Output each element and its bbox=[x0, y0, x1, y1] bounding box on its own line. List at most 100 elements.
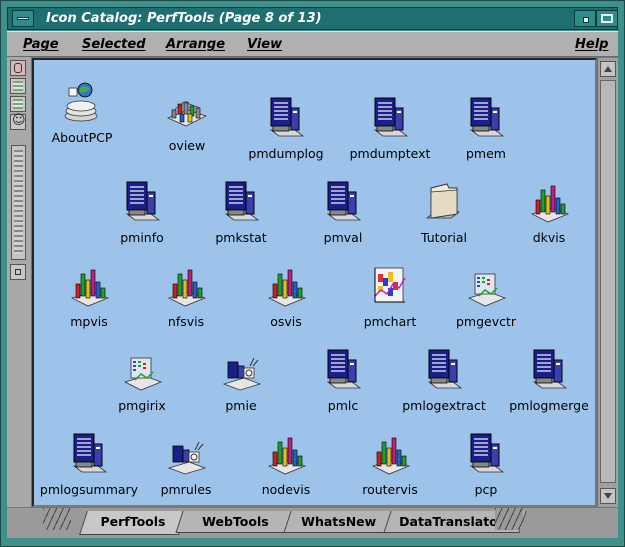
icon-aboutpcp[interactable]: AboutPCP bbox=[27, 80, 137, 160]
bars3d-icon bbox=[265, 432, 307, 476]
tab-label: WebTools bbox=[201, 514, 269, 529]
tab-perftools[interactable]: PerfTools bbox=[79, 511, 187, 535]
monitor-icon bbox=[528, 348, 570, 392]
icon-label: routervis bbox=[362, 482, 418, 497]
icon-pmlogextract[interactable]: pmlogextract bbox=[389, 348, 499, 428]
monitor-icon bbox=[322, 348, 364, 392]
icon-pmchart[interactable]: pmchart bbox=[335, 264, 445, 344]
icon-size-slider[interactable] bbox=[11, 145, 26, 260]
icon-pmlogsummary[interactable]: pmlogsummary bbox=[34, 432, 144, 512]
icon-pmdumptext[interactable]: pmdumptext bbox=[335, 96, 445, 176]
tab-webtools[interactable]: WebTools bbox=[175, 511, 295, 533]
icon-oview[interactable]: oview bbox=[132, 88, 242, 168]
icon-label: pmkstat bbox=[215, 230, 267, 245]
icon-pmval[interactable]: pmval bbox=[288, 180, 398, 260]
icon-label: oview bbox=[168, 138, 206, 153]
icon-label: pcp bbox=[474, 482, 498, 497]
monitor-icon bbox=[465, 432, 507, 476]
icon-pcp[interactable]: pcp bbox=[431, 432, 541, 512]
face-icon[interactable] bbox=[10, 113, 26, 130]
gauge-icon bbox=[465, 264, 507, 308]
icon-label: pmval bbox=[323, 230, 363, 245]
icon-pmdumplog[interactable]: pmdumplog bbox=[231, 96, 341, 176]
icon-label: pmlogextract bbox=[402, 398, 486, 413]
menu-arrange[interactable]: Arrange bbox=[166, 37, 225, 52]
menu-selected[interactable]: Selected bbox=[82, 37, 146, 52]
tab-label: PerfTools bbox=[100, 514, 166, 529]
pmie-icon bbox=[220, 348, 262, 392]
monitor-icon bbox=[465, 96, 507, 140]
icon-pmem[interactable]: pmem bbox=[431, 96, 541, 176]
bars3d-icon bbox=[68, 264, 110, 308]
icon-nodevis[interactable]: nodevis bbox=[231, 432, 341, 512]
bars3d-icon bbox=[369, 432, 411, 476]
chart-icon bbox=[369, 264, 411, 308]
pmie-icon bbox=[165, 432, 207, 476]
monitor-icon bbox=[322, 180, 364, 224]
minimize-button[interactable] bbox=[574, 10, 596, 27]
scroll-thumb[interactable] bbox=[600, 80, 616, 483]
menu-help[interactable]: Help bbox=[575, 37, 608, 52]
monitor-icon bbox=[369, 96, 411, 140]
monitor-icon bbox=[423, 348, 465, 392]
icon-label: pmchart bbox=[363, 314, 417, 329]
icon-mpvis[interactable]: mpvis bbox=[34, 264, 144, 344]
icon-pmrules[interactable]: pmrules bbox=[131, 432, 241, 512]
window-frame: Icon Catalog: PerfTools (Page 8 of 13) P… bbox=[0, 0, 625, 547]
menu-view[interactable]: View bbox=[247, 37, 282, 52]
icon-pane: AboutPCP oview pmdumplog pmdumptext pmem bbox=[32, 58, 597, 507]
monitor-icon bbox=[68, 432, 110, 476]
icon-label: pmlogsummary bbox=[39, 482, 139, 497]
bars3d-icon bbox=[528, 180, 570, 224]
icon-label: AboutPCP bbox=[51, 130, 113, 145]
window-menu-button[interactable] bbox=[12, 10, 34, 27]
list-view-icon[interactable] bbox=[10, 78, 26, 94]
icon-label: Tutorial bbox=[421, 230, 467, 245]
icon-label: mpvis bbox=[70, 314, 108, 329]
icon-label: pmdumplog bbox=[248, 146, 324, 161]
icon-label: pmrules bbox=[160, 482, 212, 497]
icon-label: pmie bbox=[225, 398, 257, 413]
icon-label: nodevis bbox=[261, 482, 311, 497]
maximize-button[interactable] bbox=[596, 10, 618, 27]
icon-label: pmgirix bbox=[118, 398, 166, 413]
window-title: Icon Catalog: PerfTools (Page 8 of 13) bbox=[46, 11, 322, 26]
monitor-icon bbox=[265, 96, 307, 140]
tab-bar: PerfTools WebTools WhatsNew DataTranslators bbox=[7, 508, 618, 538]
tab-label: WhatsNew bbox=[301, 514, 377, 529]
scroll-up-arrow[interactable] bbox=[600, 61, 616, 77]
icon-nfsvis[interactable]: nfsvis bbox=[131, 264, 241, 344]
icon-tutorial[interactable]: Tutorial bbox=[389, 180, 499, 260]
scroll-down-arrow[interactable] bbox=[600, 488, 616, 504]
monitor-icon bbox=[220, 180, 262, 224]
icon-routervis[interactable]: routervis bbox=[335, 432, 445, 512]
icon-pmkstat[interactable]: pmkstat bbox=[186, 180, 296, 260]
icon-label: dkvis bbox=[532, 230, 566, 245]
shelf-icon[interactable] bbox=[10, 60, 26, 76]
tab-scroll-right[interactable] bbox=[495, 508, 523, 530]
icon-label: pmlc bbox=[327, 398, 359, 413]
icon-label: osvis bbox=[270, 314, 302, 329]
small-square-icon[interactable] bbox=[10, 264, 26, 280]
menu-bar: Page Selected Arrange View Help bbox=[7, 31, 618, 57]
icon-label: nfsvis bbox=[167, 314, 205, 329]
tab-whatsnew[interactable]: WhatsNew bbox=[283, 511, 395, 533]
icon-pmlc[interactable]: pmlc bbox=[288, 348, 398, 428]
icon-label: pminfo bbox=[120, 230, 164, 245]
oview-icon bbox=[166, 88, 208, 132]
vertical-scrollbar[interactable] bbox=[597, 58, 618, 507]
monitor-icon bbox=[121, 180, 163, 224]
icon-label: pmlogmerge bbox=[509, 398, 589, 413]
icon-dkvis[interactable]: dkvis bbox=[494, 180, 604, 260]
icon-pminfo[interactable]: pminfo bbox=[87, 180, 197, 260]
icon-pmgevctr[interactable]: pmgevctr bbox=[431, 264, 541, 344]
menu-page[interactable]: Page bbox=[23, 37, 59, 52]
icon-pmlogmerge[interactable]: pmlogmerge bbox=[494, 348, 604, 428]
icon-pmie[interactable]: pmie bbox=[186, 348, 296, 428]
title-bar[interactable]: Icon Catalog: PerfTools (Page 8 of 13) bbox=[7, 7, 618, 30]
bars3d-icon bbox=[265, 264, 307, 308]
tab-scroll-left[interactable] bbox=[43, 508, 71, 530]
icon-osvis[interactable]: osvis bbox=[231, 264, 341, 344]
icon-pmgirix[interactable]: pmgirix bbox=[87, 348, 197, 428]
grid-view-icon[interactable] bbox=[10, 96, 26, 112]
